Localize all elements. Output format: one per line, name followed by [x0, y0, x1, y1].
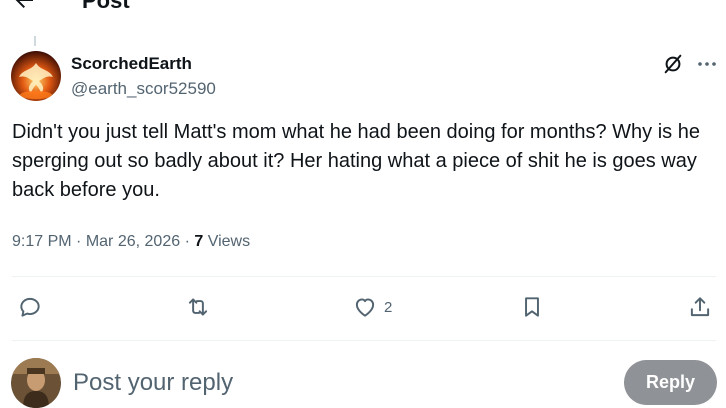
- comment-icon: [20, 297, 40, 317]
- arrow-left-icon[interactable]: [12, 0, 36, 12]
- views-count: 7: [194, 233, 204, 250]
- meta-separator: ·: [184, 233, 190, 250]
- views-label: Views: [207, 233, 251, 250]
- reply-button[interactable]: [17, 294, 43, 320]
- like-button[interactable]: 2: [352, 294, 392, 320]
- share-icon: [690, 297, 710, 317]
- tweet-date[interactable]: Mar 26, 2026: [86, 233, 180, 250]
- more-options-icon[interactable]: [697, 54, 717, 74]
- divider: [12, 276, 716, 277]
- user-avatar[interactable]: [11, 358, 61, 408]
- page-header: Post: [0, 0, 726, 18]
- reply-input[interactable]: Post your reply: [73, 368, 233, 398]
- author-handle[interactable]: @earth_scor52590: [71, 78, 216, 100]
- reply-submit-button[interactable]: Reply: [624, 360, 717, 405]
- divider: [12, 340, 716, 341]
- thread-line: [34, 36, 36, 46]
- bookmark-icon: [525, 297, 539, 317]
- like-count: 2: [384, 298, 393, 316]
- repost-button[interactable]: [185, 294, 211, 320]
- meta-separator: ·: [76, 233, 82, 250]
- repost-icon: [188, 298, 208, 316]
- author-avatar[interactable]: [11, 51, 61, 101]
- tweet-meta: 9:17 PM · Mar 26, 2026 · 7 Views: [12, 231, 250, 253]
- share-button[interactable]: [687, 294, 713, 320]
- author-display-name[interactable]: ScorchedEarth: [71, 53, 192, 75]
- tweet-text: Didn't you just tell Matt's mom what he …: [12, 121, 700, 201]
- heart-icon: [355, 298, 375, 317]
- grok-icon[interactable]: [662, 53, 684, 75]
- page-title: Post: [82, 0, 130, 13]
- tweet-time[interactable]: 9:17 PM: [12, 233, 72, 250]
- bookmark-button[interactable]: [519, 294, 545, 320]
